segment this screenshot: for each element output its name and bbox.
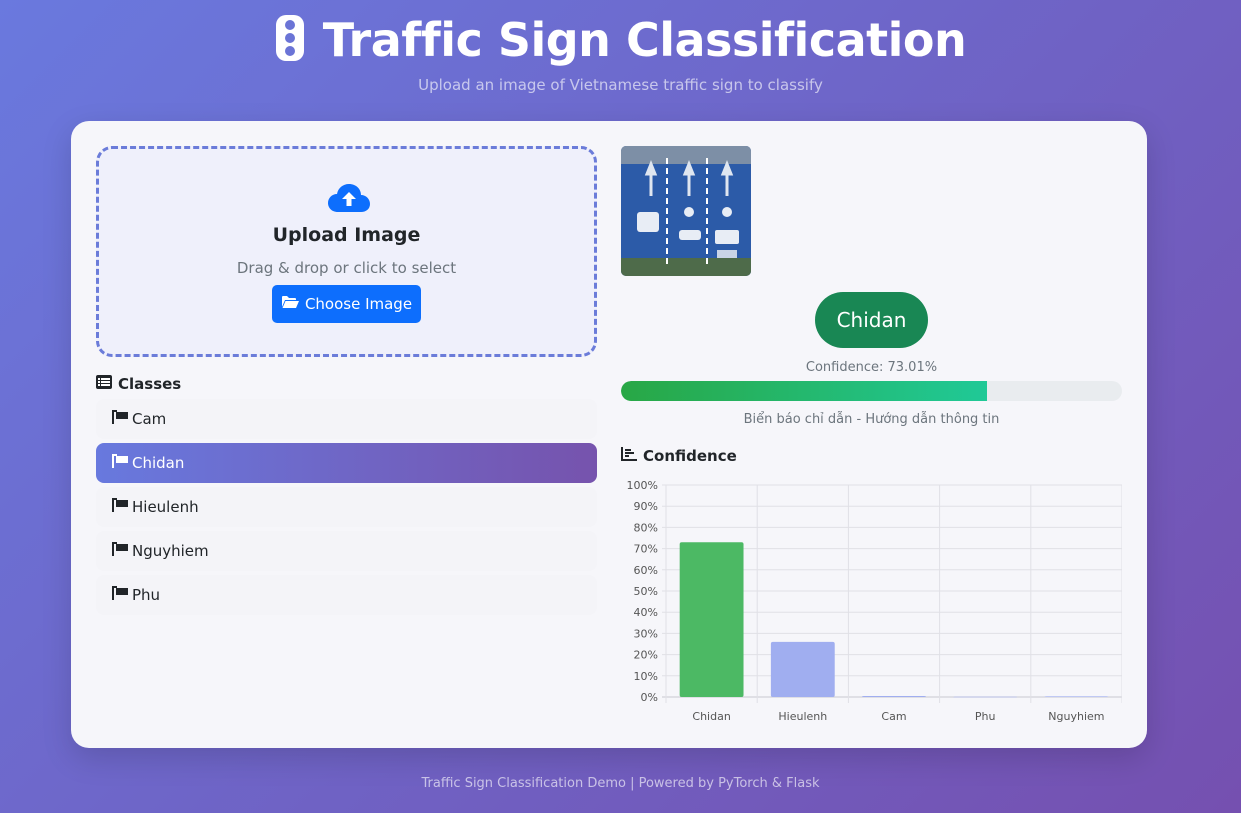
bar-hieulenh [770,641,835,697]
y-tick-label: 100% [627,479,658,492]
confidence-text: Confidence: 73.01% [805,360,938,375]
class-item-label: Cam [132,410,167,428]
class-item-label: Phu [132,586,161,604]
y-tick-label: 80% [634,521,658,534]
flag-icon [112,498,128,516]
page-footer: Traffic Sign Classification Demo | Power… [421,776,820,791]
bar-nguyhiem [1044,696,1109,697]
classes-heading: Classes [96,375,597,393]
class-item-hieulenh[interactable]: Hieulenh [96,487,597,527]
flag-icon [112,410,128,428]
upload-hint: Drag & drop or click to select [236,259,457,277]
flag-icon [112,542,128,560]
class-item-label: Chidan [132,454,185,472]
y-tick-label: 0% [641,691,658,704]
main-card: Upload Image Drag & drop or click to sel… [71,121,1147,748]
class-list: Cam Chidan Hieulenh Nguyhiem Phu [96,399,597,615]
class-item-cam[interactable]: Cam [96,399,597,439]
class-item-label: Hieulenh [132,498,199,516]
y-tick-label: 20% [634,649,658,662]
x-tick-label: Nguyhiem [1048,710,1104,723]
choose-image-label: Choose Image [304,295,413,313]
y-tick-label: 70% [634,543,658,556]
choose-image-button[interactable]: Choose Image [272,285,421,323]
flag-icon [112,586,128,604]
x-tick-label: Cam [881,710,906,723]
bar-chidan [679,542,744,697]
confidence-progress-bar [621,381,1122,401]
uploaded-image-preview [621,146,751,276]
traffic-light-icon [275,14,305,66]
right-panel: Chidan Confidence: 73.01% Biển báo chỉ d… [621,146,1122,723]
y-tick-label: 40% [634,606,658,619]
page-title: Traffic Sign Classification [322,13,967,67]
y-tick-label: 90% [634,500,658,513]
confidence-heading: Confidence [621,447,737,465]
y-tick-label: 30% [634,627,658,640]
y-tick-label: 50% [634,585,658,598]
left-panel: Upload Image Drag & drop or click to sel… [96,146,597,619]
page-header: Traffic Sign Classification Upload an im… [0,10,1241,94]
classes-title: Classes [118,375,182,393]
bar-chart-icon [621,447,637,465]
class-description: Biển báo chỉ dẫn - Hướng dẫn thông tin [743,412,1000,427]
y-tick-label: 10% [634,670,658,683]
x-tick-label: Hieulenh [778,710,827,723]
confidence-bar-chart: 0% 10% 20% 30% 40% 50% 60% 70% 80% 90% 100% Chidan H… [627,479,1122,723]
upload-dropzone[interactable]: Upload Image Drag & drop or click to sel… [96,146,597,357]
y-tick-label: 60% [634,564,658,577]
flag-icon [112,454,128,472]
list-icon [96,375,112,393]
page-subtitle: Upload an image of Vietnamese traffic si… [418,76,823,94]
class-item-chidan[interactable]: Chidan [96,443,597,483]
x-tick-label: Phu [975,710,996,723]
prediction-badge: Chidan [815,292,928,348]
confidence-progress-fill [621,381,987,401]
confidence-title: Confidence [643,447,737,465]
x-tick-label: Chidan [692,710,730,723]
class-item-label: Nguyhiem [132,542,209,560]
class-item-phu[interactable]: Phu [96,575,597,615]
upload-title: Upload Image [272,224,421,246]
folder-open-icon [281,295,299,313]
bar-phu [953,696,1018,698]
bar-cam [862,695,926,697]
class-item-nguyhiem[interactable]: Nguyhiem [96,531,597,571]
cloud-upload-icon [328,183,370,217]
